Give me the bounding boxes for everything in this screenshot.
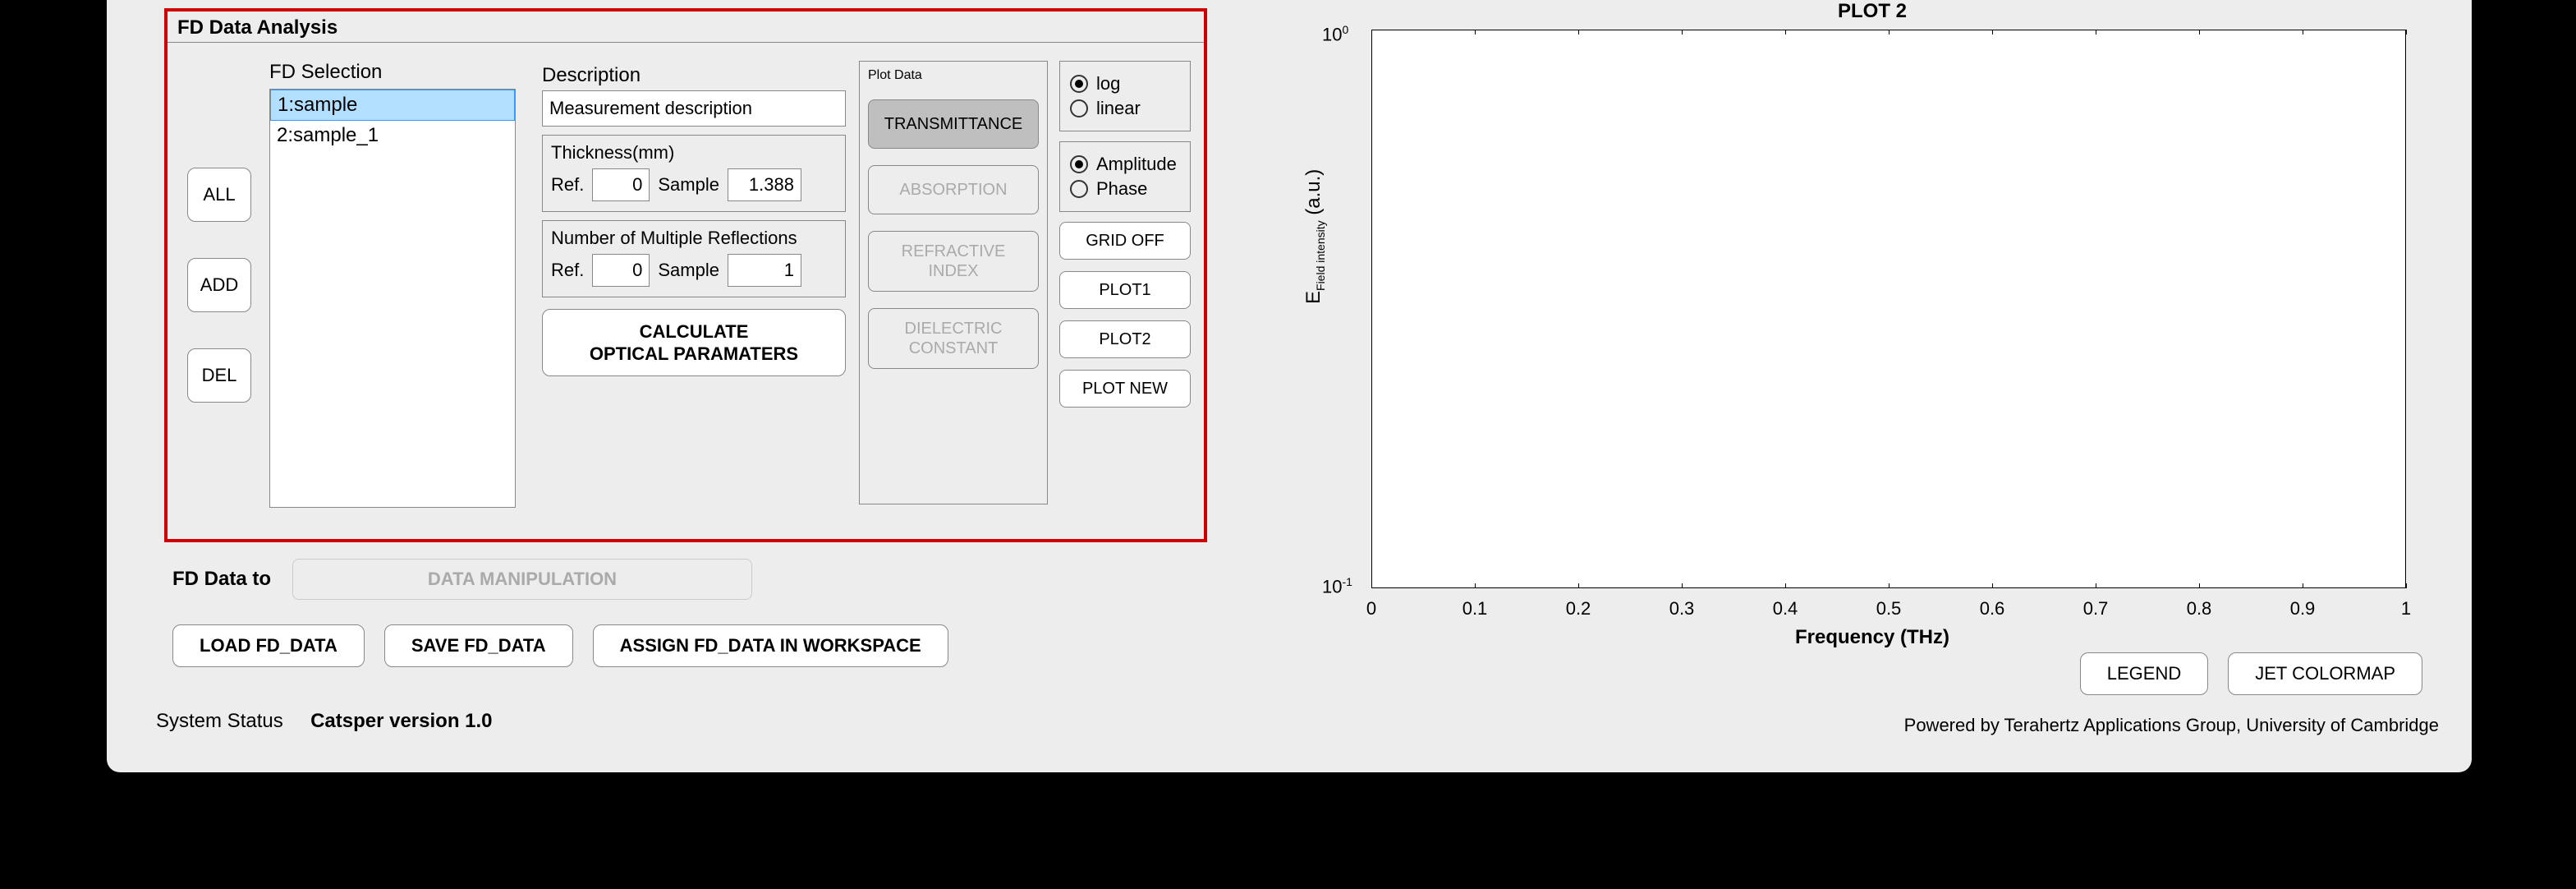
amplitude-radio[interactable]: Amplitude: [1070, 154, 1180, 175]
plot-data-column: Plot Data TRANSMITTANCE ABSORPTION REFRA…: [859, 61, 1048, 504]
log-radio[interactable]: log: [1070, 73, 1180, 94]
status-label: System Status: [156, 710, 283, 732]
dielectric-constant-button: DIELECTRIC CONSTANT: [868, 308, 1039, 369]
assign-fd-data-button[interactable]: ASSIGN FD_DATA IN WORKSPACE: [593, 624, 948, 667]
plot-title: PLOT 2: [1306, 0, 2439, 23]
list-item[interactable]: 2:sample_1: [270, 121, 515, 150]
xlabel: Frequency (THz): [1306, 626, 2439, 649]
thickness-title: Thickness(mm): [551, 142, 837, 164]
plot-data-fieldset: Plot Data TRANSMITTANCE ABSORPTION REFRA…: [859, 61, 1048, 504]
ytick-0: 100: [1322, 23, 1348, 45]
bottom-buttons-row: LOAD FD_DATA SAVE FD_DATA ASSIGN FD_DATA…: [172, 624, 948, 667]
plot2-button[interactable]: PLOT2: [1059, 320, 1191, 358]
scale-radio-group: log linear: [1059, 61, 1191, 131]
data-manipulation-button: DATA MANIPULATION: [292, 559, 752, 600]
ylabel-sub: Field intensity: [1314, 220, 1327, 291]
reflections-sample-label: Sample: [658, 260, 719, 281]
xtick: 0: [1366, 598, 1376, 620]
xtick: 0.5: [1876, 598, 1902, 620]
description-input[interactable]: [542, 90, 846, 127]
fd-selection-listbox[interactable]: 1:sample 2:sample_1: [269, 89, 516, 508]
dielectric-constant-label: DIELECTRIC CONSTANT: [905, 319, 1003, 358]
absorption-button: ABSORPTION: [868, 165, 1039, 214]
radio-icon: [1070, 155, 1088, 173]
load-fd-data-button[interactable]: LOAD FD_DATA: [172, 624, 365, 667]
del-button[interactable]: DEL: [187, 348, 251, 403]
properties-column: Description Thickness(mm) Ref. Sample Nu…: [542, 61, 846, 376]
plot-axes[interactable]: [1371, 30, 2406, 588]
xtick: 1: [2401, 598, 2411, 620]
version-label: Catsper version 1.0: [310, 710, 492, 732]
amplitude-radio-label: Amplitude: [1096, 154, 1177, 175]
mode-radio-group: Amplitude Phase: [1059, 141, 1191, 212]
grid-off-button[interactable]: GRID OFF: [1059, 222, 1191, 260]
fd-data-to-label: FD Data to: [172, 568, 271, 591]
reflections-title: Number of Multiple Reflections: [551, 228, 837, 249]
refractive-index-label: REFRACTIVE INDEX: [902, 242, 1006, 281]
fd-data-to-row: FD Data to DATA MANIPULATION: [172, 559, 752, 600]
app-window: FD Data Analysis FD Selection 1:sample 2…: [107, 0, 2472, 772]
xtick: 0.7: [2083, 598, 2109, 620]
all-button[interactable]: ALL: [187, 168, 251, 222]
ytick-1: 10-1: [1322, 575, 1352, 597]
jet-colormap-button[interactable]: JET COLORMAP: [2228, 652, 2422, 695]
reflections-fieldset: Number of Multiple Reflections Ref. Samp…: [542, 220, 846, 297]
xtick: 0.1: [1462, 598, 1488, 620]
plot-buttons-row: LEGEND JET COLORMAP: [1306, 652, 2422, 695]
radio-icon: [1070, 99, 1088, 117]
xtick: 0.8: [2187, 598, 2212, 620]
transmittance-button[interactable]: TRANSMITTANCE: [868, 99, 1039, 149]
description-label: Description: [542, 64, 846, 87]
panel-title: FD Data Analysis: [168, 12, 1204, 43]
reflections-ref-input[interactable]: [592, 254, 650, 287]
thickness-ref-input[interactable]: [592, 168, 650, 201]
log-radio-label: log: [1096, 73, 1120, 94]
xtick: 0.4: [1773, 598, 1798, 620]
ylabel-prefix: E: [1302, 291, 1325, 304]
fd-selection-column: FD Selection 1:sample 2:sample_1 ALL ADD…: [187, 61, 532, 87]
save-fd-data-button[interactable]: SAVE FD_DATA: [384, 624, 573, 667]
fd-data-analysis-panel: FD Data Analysis FD Selection 1:sample 2…: [164, 8, 1207, 542]
phase-radio[interactable]: Phase: [1070, 178, 1180, 200]
reflections-sample-input[interactable]: [728, 254, 801, 287]
thickness-fieldset: Thickness(mm) Ref. Sample: [542, 135, 846, 212]
linear-radio[interactable]: linear: [1070, 98, 1180, 119]
xtick: 0.9: [2290, 598, 2316, 620]
xtick: 0.2: [1566, 598, 1591, 620]
plot-new-button[interactable]: PLOT NEW: [1059, 370, 1191, 408]
thickness-sample-label: Sample: [658, 174, 719, 196]
reflections-ref-label: Ref.: [551, 260, 584, 281]
legend-button[interactable]: LEGEND: [2080, 652, 2208, 695]
plot-data-title: Plot Data: [868, 68, 1039, 83]
thickness-sample-input[interactable]: [728, 168, 801, 201]
ylabel: EField intensity (a.u.): [1302, 169, 1327, 304]
plot1-button[interactable]: PLOT1: [1059, 271, 1191, 309]
plot-controls-column: log linear Amplitude Phase: [1059, 61, 1191, 419]
xtick: 0.6: [1980, 598, 2005, 620]
refractive-index-button: REFRACTIVE INDEX: [868, 231, 1039, 292]
ylabel-suffix: (a.u.): [1302, 169, 1325, 221]
fd-selection-label: FD Selection: [269, 61, 532, 84]
add-button[interactable]: ADD: [187, 258, 251, 312]
thickness-ref-label: Ref.: [551, 174, 584, 196]
calculate-button-label: CALCULATE OPTICAL PARAMATERS: [590, 320, 798, 366]
radio-icon: [1070, 75, 1088, 93]
credit-label: Powered by Terahertz Applications Group,…: [1904, 715, 2439, 736]
plot2-area: PLOT 2 100 10-1 EField intensity (a.u.) …: [1306, 0, 2439, 674]
phase-radio-label: Phase: [1096, 178, 1147, 200]
linear-radio-label: linear: [1096, 98, 1141, 119]
list-item[interactable]: 1:sample: [270, 90, 515, 121]
radio-icon: [1070, 180, 1088, 198]
status-bar: System Status Catsper version 1.0: [156, 710, 493, 733]
calculate-button[interactable]: CALCULATE OPTICAL PARAMATERS: [542, 309, 846, 376]
xtick: 0.3: [1669, 598, 1695, 620]
